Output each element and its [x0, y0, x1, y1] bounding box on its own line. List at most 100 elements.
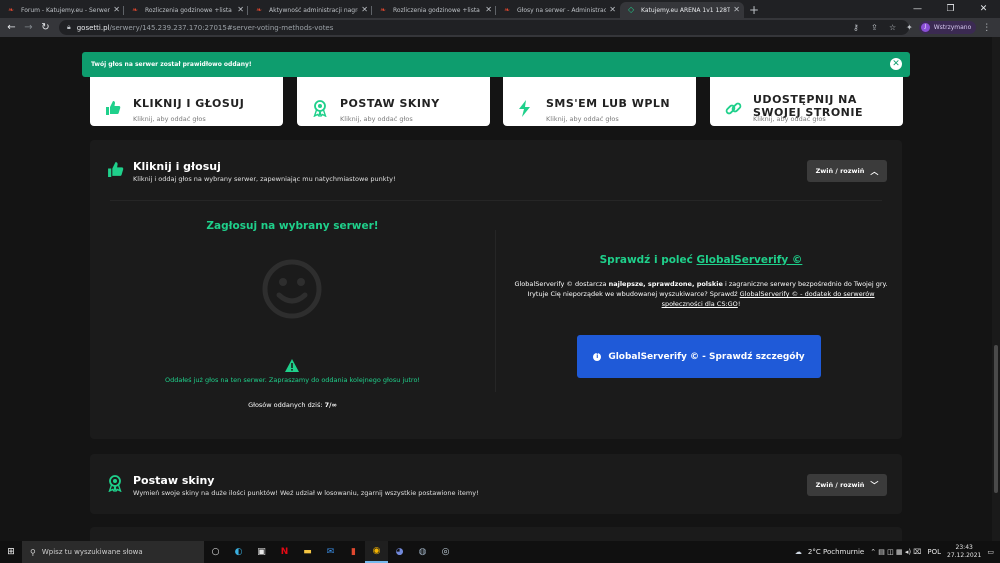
chrome-icon[interactable]: ◉	[365, 541, 388, 563]
chevron-down-icon: ﹀	[870, 480, 879, 490]
tab-title: Forum - Katujemy.eu - Serwery C	[21, 6, 111, 14]
scrollbar[interactable]	[992, 37, 1000, 541]
tab-title: Rozliczenia godzinowe +lista wa	[393, 6, 483, 14]
browser-tab[interactable]: ❧ Forum - Katujemy.eu - Serwery C ✕	[0, 2, 124, 18]
browser-tab[interactable]: ❧ Aktywność administracji nagrodz ✕	[248, 2, 372, 18]
tab-title: Rozliczenia godzinowe +lista wa	[145, 6, 235, 14]
card-subtitle: Kliknij, aby oddać głos	[546, 115, 619, 123]
recommend-heading-text: Sprawdź i poleć	[599, 254, 693, 266]
search-icon: ⚲	[30, 547, 36, 557]
taskbar-search[interactable]: ⚲ Wpisz tu wyszukiwane słowa	[22, 541, 204, 563]
recommend-description: GlobalServerify © dostarcza najlepsze, s…	[508, 279, 894, 309]
browser-tab[interactable]: ❧ Rozliczenia godzinowe +lista wa ✕	[124, 2, 248, 18]
steam-icon[interactable]: ◎	[434, 541, 457, 563]
clock-date: 27.12.2021	[947, 552, 982, 559]
notifications-icon[interactable]: ▭	[987, 548, 994, 556]
browser-toolbar: ← → ↻ 🔒︎ gosetti.pl/serwery/145.239.237.…	[0, 18, 1000, 37]
language-indicator[interactable]: POL	[927, 548, 941, 556]
forward-icon[interactable]: →	[20, 22, 37, 33]
edge-icon[interactable]: ◐	[227, 541, 250, 563]
address-bar[interactable]: 🔒︎ gosetti.pl/serwery/145.239.237.170:27…	[59, 20, 909, 35]
tab-close-icon[interactable]: ✕	[361, 6, 368, 14]
smiley-icon	[262, 259, 322, 319]
link-icon	[725, 100, 742, 121]
votes-today-value: 7/∞	[324, 401, 337, 409]
tab-favicon-icon: ◇	[628, 5, 635, 14]
close-icon[interactable]: ✕	[890, 58, 902, 70]
browser-tab-active[interactable]: ◇ Katujemy.eu ARENA 1v1 128TR ✕	[620, 2, 744, 18]
success-toast: Twój głos na serwer został prawidłowo od…	[82, 52, 910, 77]
scrollbar-thumb[interactable]	[994, 345, 998, 493]
extensions-icon[interactable]: ✦	[906, 23, 913, 32]
task-view-icon[interactable]: ○	[204, 541, 227, 563]
tab-title: Katujemy.eu ARENA 1v1 128TR	[641, 6, 731, 14]
tab-close-icon[interactable]: ✕	[485, 6, 492, 14]
menu-icon[interactable]: ⋮	[982, 23, 991, 33]
netflix-icon[interactable]: N	[273, 541, 296, 563]
thumbs-up-icon	[107, 161, 124, 182]
clock[interactable]: 23:43 27.12.2021	[947, 544, 981, 560]
desc-text: GlobalServerify © dostarcza	[514, 280, 607, 288]
window-controls: — ❐ ✕	[901, 0, 1000, 18]
section-description: Wymień swoje skiny na duże ilości punktó…	[133, 489, 479, 497]
office-icon[interactable]: ▮	[342, 541, 365, 563]
windows-taskbar: ⊞ ⚲ Wpisz tu wyszukiwane słowa ○ ◐ ▣ N ▬…	[0, 541, 1000, 563]
toolbar-right: ✦ J Wstrzymano ⋮	[906, 18, 991, 37]
system-tray: ☁ 2°C Pochmurnie ⌃ ▤ ◫ ▦ ◂) ⌧ POL 23:43 …	[795, 541, 1000, 563]
warning-icon	[285, 359, 299, 372]
back-icon[interactable]: ←	[3, 22, 20, 33]
tab-close-icon[interactable]: ✕	[113, 6, 120, 14]
tab-close-icon[interactable]: ✕	[609, 6, 616, 14]
key-icon[interactable]: ⚷	[853, 20, 859, 35]
page-viewport: KLIKNIJ I GŁOSUJ Kliknij, aby oddać głos…	[0, 37, 1000, 541]
card-title: KLIKNIJ I GŁOSUJ	[133, 97, 245, 110]
discord-icon[interactable]: ◕	[388, 541, 411, 563]
url-path: /serwery/145.239.237.170:27015#server-vo…	[109, 23, 334, 32]
tab-close-icon[interactable]: ✕	[733, 6, 740, 14]
lock-icon[interactable]: 🔒︎	[67, 23, 71, 32]
tab-close-icon[interactable]: ✕	[237, 6, 244, 14]
thumbs-up-icon	[105, 100, 121, 120]
globalserverify-button[interactable]: i GlobalServerify © - Sprawdź szczegóły	[577, 335, 821, 378]
app-icon[interactable]: ◍	[411, 541, 434, 563]
new-tab-button[interactable]: +	[744, 2, 764, 18]
share-icon[interactable]: ⇪	[871, 20, 878, 35]
toast-message: Twój głos na serwer został prawidłowo od…	[91, 61, 252, 68]
collapse-toggle-button[interactable]: Zwiń / rozwiń ︿	[807, 160, 887, 182]
votes-today: Głosów oddanych dziś: 7/∞	[90, 401, 495, 409]
browser-tab[interactable]: ❧ Rozliczenia godzinowe +lista wa ✕	[372, 2, 496, 18]
windows-start-icon[interactable]: ⊞	[0, 547, 22, 557]
medal-icon	[107, 475, 123, 496]
browser-tab[interactable]: ❧ Głosy na serwer - Administracje ✕	[496, 2, 620, 18]
divider	[495, 230, 496, 392]
tab-favicon-icon: ❧	[504, 6, 510, 14]
star-icon[interactable]: ☆	[889, 20, 896, 35]
tab-favicon-icon: ❧	[380, 6, 386, 14]
medal-icon	[312, 100, 328, 121]
lightning-icon	[518, 100, 532, 121]
reload-icon[interactable]: ↻	[37, 22, 54, 33]
section-header: Postaw skiny Wymień swoje skiny na duże …	[90, 454, 902, 514]
close-window-button[interactable]: ✕	[967, 0, 1000, 18]
skins-section: Postaw skiny Wymień swoje skiny na duże …	[90, 454, 902, 514]
vote-heading: Zagłosuj na wybrany serwer!	[206, 220, 379, 232]
section-title: Kliknij i głosuj	[133, 160, 221, 173]
collapse-toggle-button[interactable]: Zwiń / rozwiń ﹀	[807, 474, 887, 496]
mail-icon[interactable]: ✉	[319, 541, 342, 563]
weather-text[interactable]: 2°C Pochmurnie	[808, 548, 864, 556]
weather-icon[interactable]: ☁	[795, 548, 802, 556]
store-icon[interactable]: ▣	[250, 541, 273, 563]
tab-favicon-icon: ❧	[8, 6, 14, 14]
globalserverify-link[interactable]: GlobalServerify ©	[697, 254, 803, 266]
minimize-button[interactable]: —	[901, 0, 934, 18]
profile-button[interactable]: J Wstrzymano	[918, 21, 977, 34]
desc-text: !	[737, 300, 741, 308]
click-vote-section: Kliknij i głosuj Kliknij i oddaj głos na…	[90, 140, 902, 439]
votes-today-label: Głosów oddanych dziś:	[248, 401, 323, 409]
explorer-icon[interactable]: ▬	[296, 541, 319, 563]
maximize-button[interactable]: ❐	[934, 0, 967, 18]
recommend-heading: Sprawdź i poleć GlobalServerify ©	[500, 254, 902, 266]
tray-icons[interactable]: ⌃ ▤ ◫ ▦ ◂) ⌧	[870, 548, 921, 556]
avatar: J	[920, 23, 930, 32]
tab-favicon-icon: ❧	[132, 6, 138, 14]
